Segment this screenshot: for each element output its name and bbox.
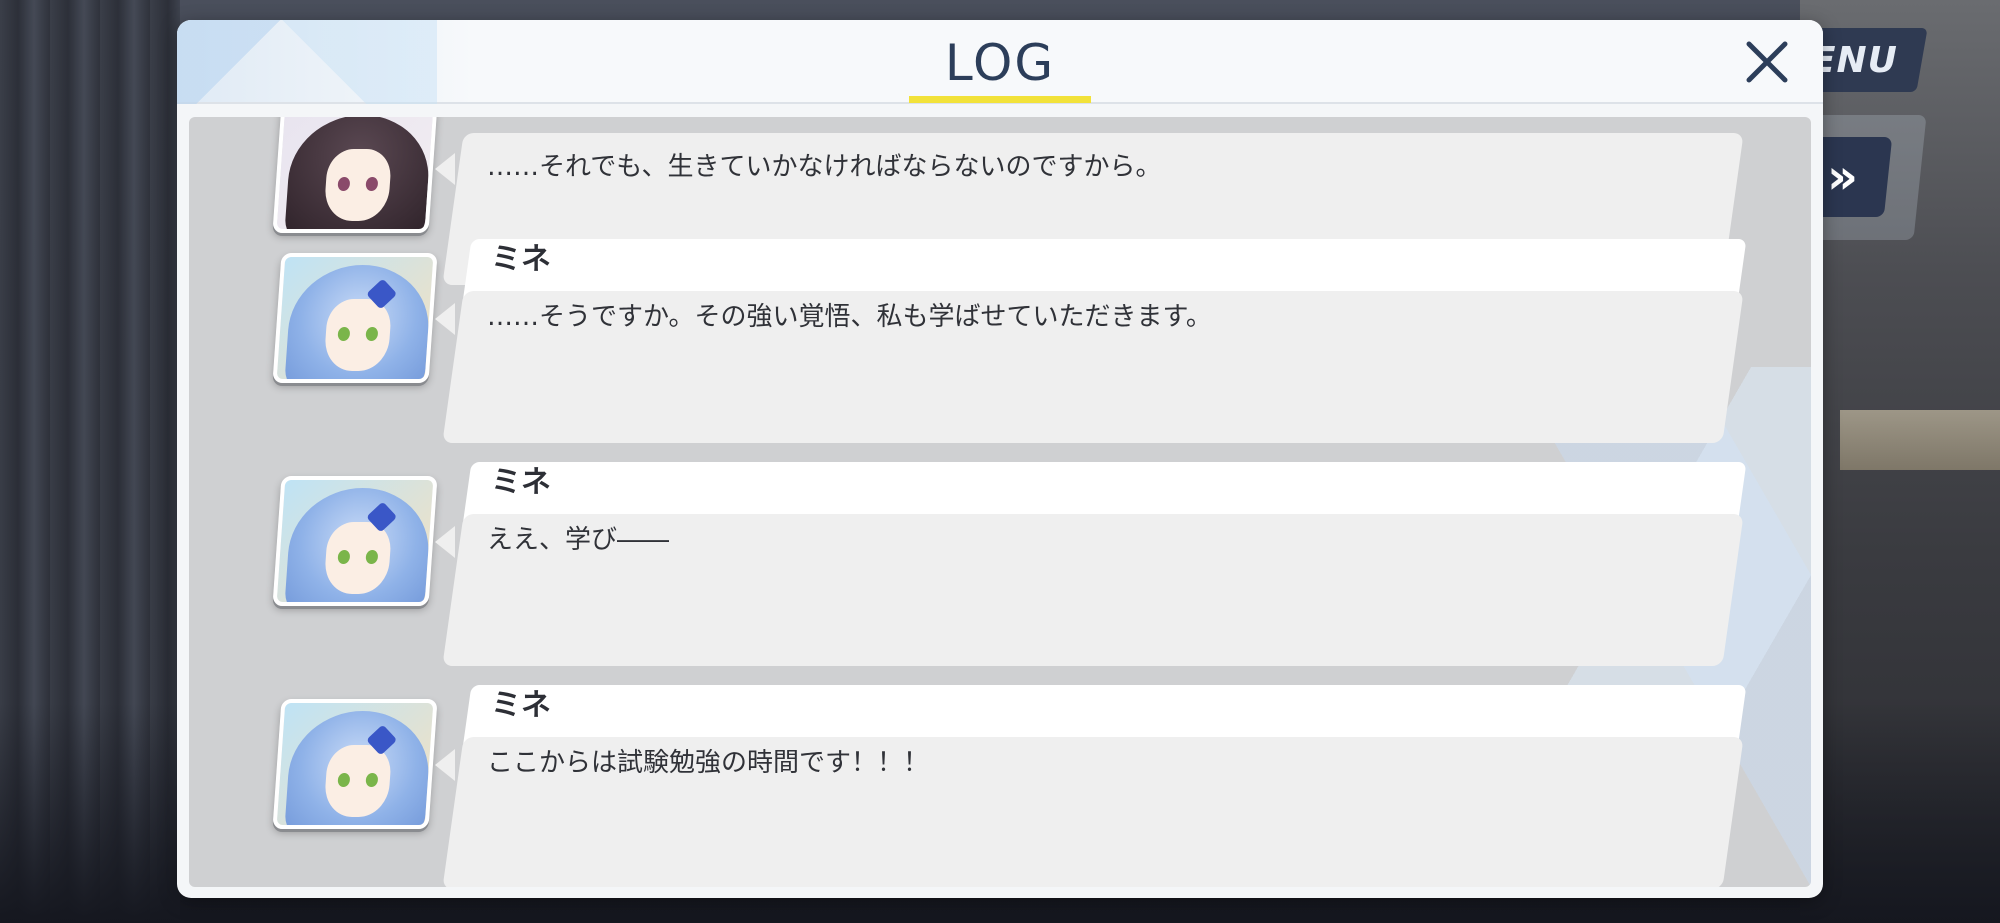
speaker-name: ミネ [491,242,551,277]
background-shelf [1840,410,2000,470]
character-avatar [272,117,438,233]
dialog-text: ここからは試験勉強の時間です！！！ [487,748,930,778]
close-icon [1746,41,1788,83]
dialog-text: ええ、学び―― [487,525,670,555]
speaker-name: ミネ [491,465,551,500]
speaker-name: ミネ [491,688,551,723]
character-avatar [272,699,438,829]
dialog-text: ……それでも、生きていかなければならないのですから。 [487,152,1162,182]
log-title: LOG [944,34,1056,92]
log-header: LOG [177,20,1823,104]
header-decoration [177,20,437,104]
log-entry: ミネ ここからは試験勉強の時間です！！！ [189,685,1811,887]
log-panel: LOG ……それでも、生きていかなければならないのですから。 ミネ ……そうです… [177,20,1823,898]
character-avatar [272,253,438,383]
menu-button-label: ENU [1811,39,1898,81]
log-entry: ……それでも、生きていかなければならないのですから。 [189,117,1811,285]
dialog-text: ……そうですか。その強い覚悟、私も学ばせていただきます。 [487,302,1212,332]
close-button[interactable] [1737,32,1797,92]
log-list[interactable]: ……それでも、生きていかなければならないのですから。 ミネ ……そうですか。その… [189,117,1811,887]
character-avatar [272,476,438,606]
title-underline [909,96,1091,103]
